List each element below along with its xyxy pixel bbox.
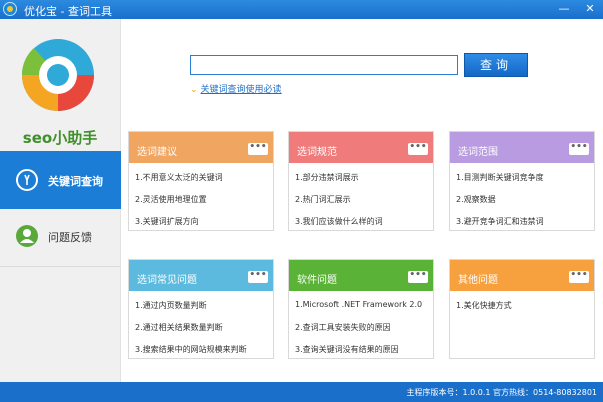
user-icon bbox=[16, 225, 38, 247]
card-item[interactable]: 1.通过内页数量判断 bbox=[135, 300, 207, 311]
card-item[interactable]: 3.避开竞争词汇和违禁词 bbox=[456, 216, 544, 227]
card-item[interactable]: 1.部分违禁词展示 bbox=[295, 172, 359, 183]
more-button[interactable]: ••• bbox=[569, 143, 589, 155]
seo-assistant-logo: seo小助手 bbox=[21, 39, 97, 147]
more-button[interactable]: ••• bbox=[408, 271, 428, 283]
minimize-button[interactable]: — bbox=[556, 2, 572, 16]
chevron-down-icon: ⌄ bbox=[190, 85, 198, 95]
card-other-issues: 其他问题 ••• 1.美化快捷方式 bbox=[449, 259, 595, 359]
more-button[interactable]: ••• bbox=[248, 143, 268, 155]
close-button[interactable]: ✕ bbox=[582, 2, 598, 16]
card-item[interactable]: 3.我们应该做什么样的词 bbox=[295, 216, 383, 227]
card-software-issues: 软件问题 ••• 1.Microsoft .NET Framework 2.0 … bbox=[288, 259, 434, 359]
more-button[interactable]: ••• bbox=[248, 271, 268, 283]
card-header: 选词规范 ••• bbox=[289, 132, 433, 163]
card-word-selection-scope: 选词范围 ••• 1.目测判断关键词竞争度 2.观察数据 3.避开竞争词汇和违禁… bbox=[449, 131, 595, 231]
sidebar: seo小助手 关键词查询 问题反馈 bbox=[0, 19, 121, 382]
card-word-selection-tips: 选词建议 ••• 1.不用意义太泛的关键词 2.灵活使用地理位置 3.关键词扩展… bbox=[128, 131, 274, 231]
help-link[interactable]: ⌄ 关键词查询使用必读 bbox=[190, 82, 282, 95]
window-title: 优化宝 - 查词工具 bbox=[24, 5, 112, 18]
logo-text: seo小助手 bbox=[23, 129, 97, 147]
card-title: 软件问题 bbox=[297, 275, 337, 286]
search-button[interactable]: 查询 bbox=[464, 53, 528, 77]
magnifier-icon bbox=[16, 169, 38, 191]
sidebar-item-keyword-query[interactable]: 关键词查询 bbox=[0, 151, 121, 209]
version-hotline-text: 主程序版本号：1.0.0.1 官方热线：0514-80832801 bbox=[406, 388, 598, 397]
keyword-search-input[interactable] bbox=[190, 55, 458, 75]
card-item[interactable]: 2.观察数据 bbox=[456, 194, 496, 205]
card-item[interactable]: 1.不用意义太泛的关键词 bbox=[135, 172, 223, 183]
card-header: 选词建议 ••• bbox=[129, 132, 273, 163]
card-item[interactable]: 3.查询关键词没有结果的原因 bbox=[295, 344, 399, 355]
card-common-questions: 选词常见问题 ••• 1.通过内页数量判断 2.通过相关结果数量判断 3.搜索结… bbox=[128, 259, 274, 359]
card-title: 选词常见问题 bbox=[137, 275, 197, 286]
card-item[interactable]: 2.通过相关结果数量判断 bbox=[135, 322, 223, 333]
card-item[interactable]: 2.灵活使用地理位置 bbox=[135, 194, 207, 205]
card-title: 其他问题 bbox=[458, 275, 498, 286]
sidebar-item-label: 问题反馈 bbox=[48, 231, 92, 244]
more-button[interactable]: ••• bbox=[408, 143, 428, 155]
card-header: 其他问题 ••• bbox=[450, 260, 594, 291]
title-bar: 优化宝 - 查词工具 — ✕ bbox=[0, 0, 603, 19]
app-icon bbox=[3, 2, 17, 16]
card-header: 选词范围 ••• bbox=[450, 132, 594, 163]
card-header: 软件问题 ••• bbox=[289, 260, 433, 291]
card-title: 选词范围 bbox=[458, 147, 498, 158]
card-item[interactable]: 2.查词工具安装失败的原因 bbox=[295, 322, 391, 333]
sidebar-item-feedback[interactable]: 问题反馈 bbox=[0, 209, 121, 267]
card-item[interactable]: 1.Microsoft .NET Framework 2.0 bbox=[295, 300, 422, 309]
sidebar-item-label: 关键词查询 bbox=[48, 175, 103, 188]
card-title: 选词规范 bbox=[297, 147, 337, 158]
card-header: 选词常见问题 ••• bbox=[129, 260, 273, 291]
status-bar: 主程序版本号：1.0.0.1 官方热线：0514-80832801 bbox=[0, 382, 603, 402]
main-panel: 查询 ⌄ 关键词查询使用必读 选词建议 ••• 1.不用意义太泛的关键词 2.灵活… bbox=[121, 19, 603, 382]
card-item[interactable]: 1.目测判断关键词竞争度 bbox=[456, 172, 544, 183]
card-item[interactable]: 2.热门词汇展示 bbox=[295, 194, 351, 205]
card-item[interactable]: 1.美化快捷方式 bbox=[456, 300, 512, 311]
card-item[interactable]: 3.搜索结果中的网站规模来判断 bbox=[135, 344, 247, 355]
card-item[interactable]: 3.关键词扩展方向 bbox=[135, 216, 199, 227]
card-word-selection-rules: 选词规范 ••• 1.部分违禁词展示 2.热门词汇展示 3.我们应该做什么样的词 bbox=[288, 131, 434, 231]
more-button[interactable]: ••• bbox=[569, 271, 589, 283]
card-title: 选词建议 bbox=[137, 147, 177, 158]
